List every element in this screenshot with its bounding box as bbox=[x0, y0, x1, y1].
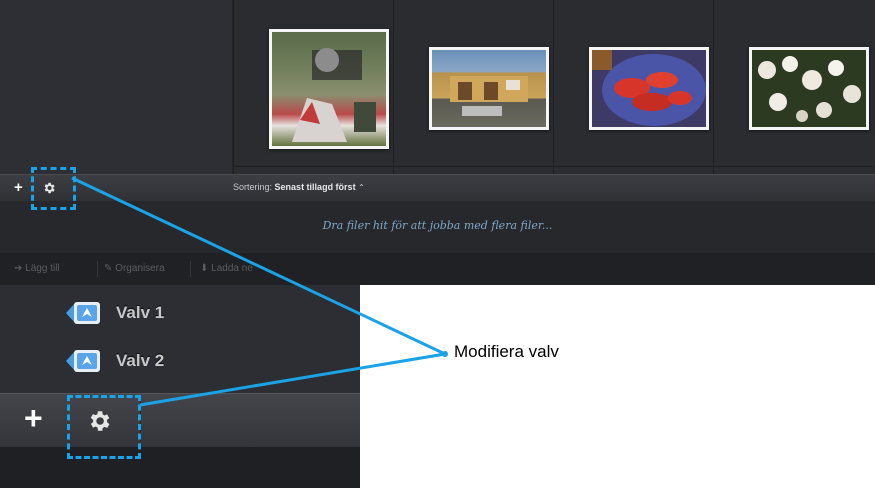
callout-line-top bbox=[71, 176, 446, 356]
callout-lines bbox=[71, 176, 448, 407]
callout-dot bbox=[442, 351, 448, 357]
callout-line-bottom bbox=[139, 352, 446, 407]
callout-label: Modifiera valv bbox=[454, 342, 559, 361]
